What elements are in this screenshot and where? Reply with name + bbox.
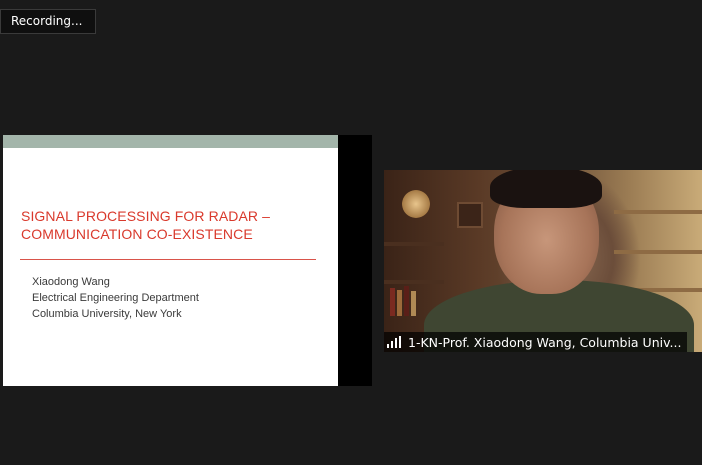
- slide-title-line-2: COMMUNICATION CO-EXISTENCE: [21, 226, 253, 242]
- bookshelf-left-2: [384, 280, 444, 284]
- slide-title-line-1: SIGNAL PROCESSING FOR RADAR –: [21, 208, 270, 224]
- participant-name-bar: 1-KN-Prof. Xiaodong Wang, Columbia Univ.…: [384, 332, 688, 352]
- presentation-slide: SIGNAL PROCESSING FOR RADAR – COMMUNICAT…: [3, 135, 338, 386]
- book: [404, 286, 409, 316]
- author-name: Xiaodong Wang: [32, 276, 110, 288]
- signal-bars-icon: [387, 336, 401, 348]
- person-hair: [490, 170, 602, 208]
- slide-title: SIGNAL PROCESSING FOR RADAR – COMMUNICAT…: [21, 207, 321, 243]
- recording-label: Recording...: [11, 14, 83, 28]
- participant-video-tile[interactable]: 1-KN-Prof. Xiaodong Wang, Columbia Univ.…: [384, 170, 702, 352]
- book: [411, 291, 416, 316]
- author-department: Electrical Engineering Department: [32, 292, 199, 305]
- book: [397, 290, 402, 316]
- recording-indicator[interactable]: Recording...: [0, 9, 96, 34]
- bookshelf-right-2: [614, 250, 702, 254]
- author-affiliation: Columbia University, New York: [32, 308, 182, 321]
- bookshelf-left-1: [384, 242, 444, 246]
- screen-share-area: SIGNAL PROCESSING FOR RADAR – COMMUNICAT…: [3, 135, 372, 386]
- bookshelf-right-1: [614, 210, 702, 214]
- slide-header-band: [3, 135, 338, 148]
- participant-name: 1-KN-Prof. Xiaodong Wang, Columbia Univ.…: [408, 334, 682, 350]
- book: [390, 288, 395, 316]
- slide-author-block: Xiaodong Wang Electrical Engineering Dep…: [32, 274, 199, 323]
- slide-divider: [20, 259, 316, 260]
- lamp-decor: [402, 190, 430, 218]
- clock-decor: [457, 202, 483, 228]
